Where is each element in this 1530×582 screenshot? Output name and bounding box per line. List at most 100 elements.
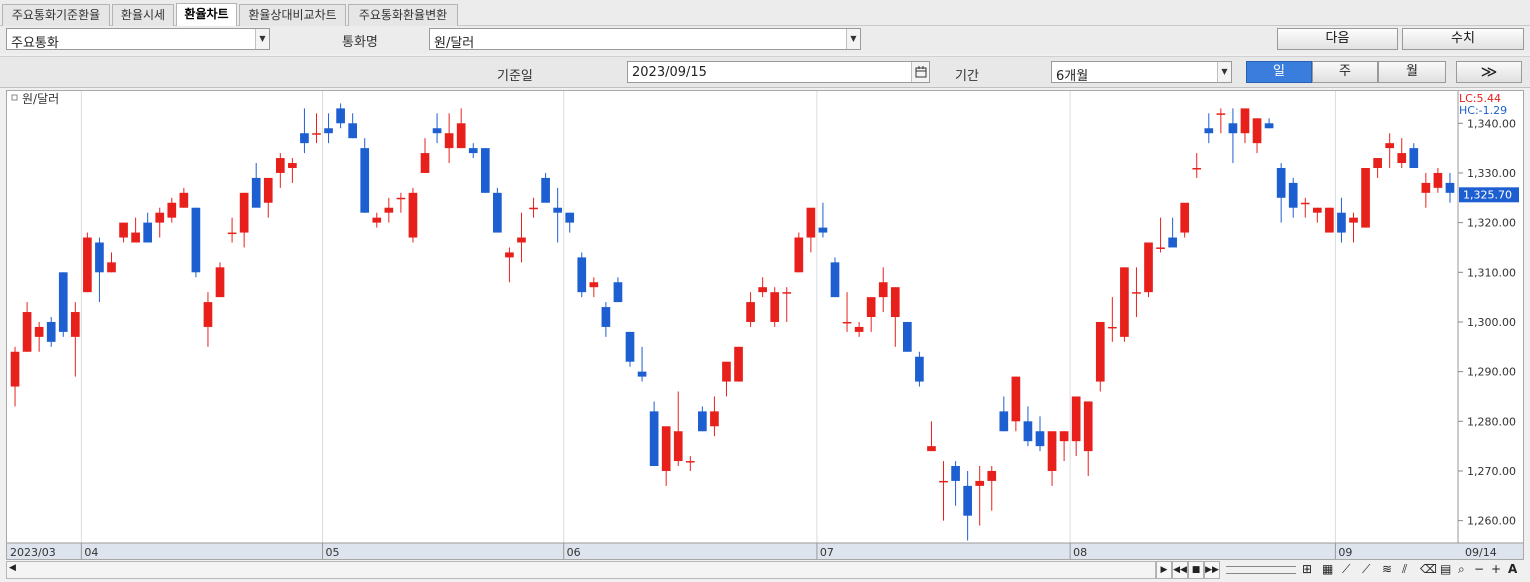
zoom-slider[interactable] <box>1226 566 1296 574</box>
candle-body <box>83 237 92 293</box>
candle-body <box>649 411 659 467</box>
candle-body <box>1397 153 1407 164</box>
candle-body <box>263 177 273 203</box>
candle-body <box>1288 182 1298 208</box>
candle-body <box>131 232 140 243</box>
candle-body <box>866 297 876 317</box>
grid-icon[interactable]: ▦ <box>1322 562 1333 576</box>
print-icon[interactable]: ▤ <box>1440 562 1451 576</box>
y-tick-label: 1,330.00 <box>1467 167 1516 180</box>
tab-exchange-chart[interactable]: 환율차트 <box>176 3 237 27</box>
next-button[interactable]: 다음 <box>1277 28 1398 50</box>
candle-body <box>1433 172 1443 188</box>
candle-body <box>432 128 442 134</box>
chart-canvas: 1,260.00 1,270.00 1,280.00 1,290.00 1,300.00… <box>7 91 1523 559</box>
period-select[interactable]: 6개월 ▼ <box>1051 61 1232 84</box>
candle-body <box>637 371 647 377</box>
chart-candles <box>10 103 1455 541</box>
base-date-label: 기준일 <box>497 69 533 84</box>
x-tick-label: 06 <box>567 546 581 559</box>
chart-legend: 원/달러 <box>22 92 59 106</box>
candle-body <box>589 282 599 288</box>
base-date-input[interactable]: 2023/09/15 <box>627 61 930 83</box>
candle-body <box>58 272 68 332</box>
zoom-icon[interactable]: ⌕ <box>1458 562 1465 577</box>
scroll-right-icon[interactable]: ▶ <box>1156 561 1172 579</box>
candle-body <box>854 326 864 332</box>
candle-body <box>782 292 792 294</box>
candle-body <box>939 480 948 483</box>
zoom-out-icon[interactable]: − <box>1474 562 1484 576</box>
currency-label: 통화명 <box>342 35 378 50</box>
candle-body <box>806 207 816 238</box>
candle-body <box>1095 321 1105 382</box>
candle-body <box>239 192 249 233</box>
chevron-down-icon[interactable]: ▼ <box>1217 62 1231 82</box>
tab-currency-converter[interactable]: 주요통화환율변환 <box>348 4 458 26</box>
period-select-value: 6개월 <box>1056 69 1089 84</box>
eraser-icon[interactable]: ⌫ <box>1420 562 1437 576</box>
interval-month-button[interactable]: 월 <box>1378 61 1446 83</box>
candle-body <box>541 177 550 203</box>
candle-body <box>107 262 116 273</box>
candlestick-chart[interactable]: 1,260.00 1,270.00 1,280.00 1,290.00 1,300.00… <box>6 90 1524 560</box>
candle-body <box>1083 401 1093 452</box>
candle-body <box>324 128 333 134</box>
x-tick-label: 04 <box>84 546 98 559</box>
candle-body <box>1409 148 1419 168</box>
y-tick-label: 1,260.00 <box>1467 515 1516 528</box>
category-select[interactable]: 주요통화 ▼ <box>6 28 270 51</box>
chevron-down-icon[interactable]: ▼ <box>846 29 860 49</box>
candle-body <box>1216 113 1226 115</box>
candle-body <box>1132 292 1141 294</box>
candle-body <box>963 485 972 516</box>
candle-body <box>975 480 985 486</box>
candle-body <box>372 217 382 223</box>
y-tick-label: 1,340.00 <box>1467 117 1516 130</box>
forward-arrows-button[interactable]: ≫ <box>1456 61 1522 83</box>
candle-body <box>1240 108 1250 134</box>
stop-icon[interactable]: ■ <box>1188 561 1204 579</box>
text-tool-icon[interactable]: A <box>1508 562 1517 576</box>
tab-relative-comparison-chart[interactable]: 환율상대비교차트 <box>239 4 346 26</box>
currency-select[interactable]: 원/달러 ▼ <box>429 28 861 51</box>
trend-icon[interactable]: ⟋ <box>1362 562 1370 577</box>
crosshair-icon[interactable]: ⊞ <box>1302 562 1312 576</box>
skip-back-icon[interactable]: ◀◀ <box>1172 561 1188 579</box>
values-button[interactable]: 수치 <box>1402 28 1524 50</box>
channel-icon[interactable]: ⫽ <box>1402 562 1407 577</box>
calendar-icon[interactable] <box>911 62 929 82</box>
candle-body <box>1361 167 1370 228</box>
candle-body <box>179 192 189 208</box>
candle-body <box>143 222 153 243</box>
candle-body <box>1349 217 1358 223</box>
skip-forward-icon[interactable]: ▶▶ <box>1204 561 1220 579</box>
candle-body <box>1180 202 1190 233</box>
candle-body <box>1385 143 1395 149</box>
chevron-down-icon[interactable]: ▼ <box>255 29 269 49</box>
candle-body <box>1373 158 1382 168</box>
candle-body <box>625 331 635 362</box>
chart-scrollbar[interactable]: ◀ <box>6 561 1156 579</box>
y-tick-label: 1,280.00 <box>1467 415 1516 428</box>
candle-body <box>794 237 804 273</box>
tab-exchange-quotes[interactable]: 환율시세 <box>112 4 174 26</box>
zoom-in-icon[interactable]: + <box>1491 562 1501 576</box>
fib-icon[interactable]: ≋ <box>1382 562 1392 576</box>
tab-major-currency-rates[interactable]: 주요통화기준환율 <box>2 4 110 26</box>
scroll-left-icon[interactable]: ◀ <box>9 563 16 573</box>
interval-day-button[interactable]: 일 <box>1246 61 1312 83</box>
candle-body <box>456 123 466 149</box>
candle-body <box>1035 431 1045 447</box>
candle-body <box>227 232 237 235</box>
selection-row: 주요통화 ▼ 통화명 원/달러 ▼ 다음 수치 <box>0 26 1530 54</box>
candle-body <box>746 302 755 322</box>
candle-body <box>46 321 56 342</box>
candle-body <box>529 207 538 210</box>
candle-body <box>1011 376 1021 422</box>
tab-bar: 주요통화기준환율 환율시세 환율차트 환율상대비교차트 주요통화환율변환 <box>0 0 1530 27</box>
draw-line-icon[interactable]: ⟋ <box>1342 562 1350 577</box>
x-end-label: 09/14 <box>1465 546 1497 559</box>
interval-week-button[interactable]: 주 <box>1312 61 1378 83</box>
candle-body <box>203 302 213 327</box>
